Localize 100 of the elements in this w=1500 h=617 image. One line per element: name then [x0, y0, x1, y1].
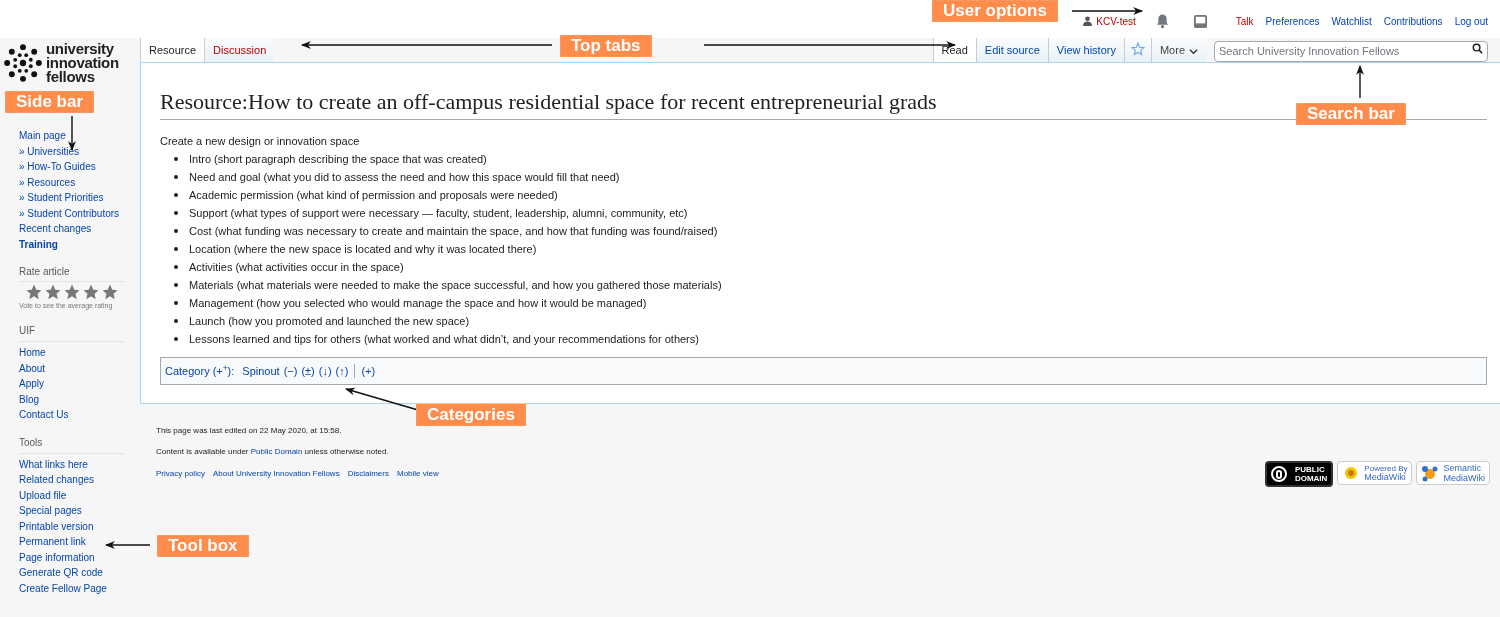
page-tab[interactable]: View history: [1047, 38, 1124, 62]
sidebar-link[interactable]: Permanent link: [19, 534, 124, 550]
bell-icon[interactable]: [1155, 13, 1169, 29]
annotation-arrow: [105, 541, 151, 549]
user-link[interactable]: KCV-test: [1096, 13, 1136, 29]
annotation-label: Side bar: [5, 91, 95, 113]
search-icon[interactable]: [1472, 43, 1483, 54]
list-item-text: Academic permission (what kind of permission and proposals were needed): [189, 188, 558, 203]
annotation-arrow: [1071, 7, 1143, 15]
personal-link[interactable]: Log out: [1454, 13, 1488, 29]
list-item-text: Management (how you selected who would manage the space and how it would be managed): [189, 296, 647, 311]
mediawiki-badge[interactable]: Powered By MediaWiki: [1337, 461, 1413, 485]
annotation-arrow: [1356, 65, 1364, 99]
rating-star-icon[interactable]: [63, 283, 81, 301]
search-field[interactable]: Search University Innovation Fellows: [1214, 40, 1488, 62]
bullet-icon: [174, 193, 178, 197]
list-item-text: Need and goal (what you did to assess the need and how this space would fill that need): [189, 170, 620, 185]
bullet-icon: [174, 283, 178, 287]
bullet-icon: [174, 265, 178, 269]
category-link[interactable]: Spinout: [242, 362, 280, 380]
list-item-text: Location (where the new space is located and why it was located there): [189, 242, 537, 257]
list-item-text: Lessons learned and tips for others (what worked and what didn’t, and your recommendations for others): [189, 332, 699, 347]
site-name: university innovation fellows: [46, 42, 119, 84]
sidebar-link[interactable]: Printable version: [19, 518, 124, 534]
namespace-tab[interactable]: Discussion: [204, 38, 275, 62]
category-label[interactable]: Category (+$^{+}$):: [165, 362, 235, 380]
footer-link[interactable]: Disclaimers: [347, 468, 389, 480]
bullet-icon: [174, 229, 178, 233]
personal-link[interactable]: Contributions: [1383, 13, 1443, 29]
list-item-text: Cost (what funding was necessary to create and maintain the space, and how that funding was found/raised): [189, 224, 718, 239]
section-heading: Rate article: [19, 264, 124, 282]
personal-link[interactable]: Preferences: [1265, 13, 1320, 29]
list-item-text: Launch (how you promoted and launched the new space): [189, 314, 470, 329]
more-menu-tab[interactable]: More: [1150, 38, 1206, 62]
footer-link[interactable]: Privacy policy: [156, 468, 205, 480]
list-item-text: Intro (short paragraph describing the space that was created): [189, 152, 487, 167]
sidebar-link[interactable]: Generate QR code: [19, 565, 124, 581]
sidebar-link[interactable]: Page information: [19, 549, 124, 565]
sidebar-link[interactable]: Contact Us: [19, 407, 124, 423]
license-text: Content is available under Public Domain unless otherwise noted.: [156, 447, 390, 457]
sidebar-link[interactable]: » Resources: [19, 174, 124, 190]
inbox-icon[interactable]: [1192, 13, 1208, 29]
bullet-icon: [174, 337, 178, 341]
sidebar-link[interactable]: » Universities: [19, 143, 124, 159]
personal-link[interactable]: Watchlist: [1331, 13, 1372, 29]
sidebar-link[interactable]: Create Fellow Page: [19, 580, 124, 596]
bullet-icon: [174, 319, 178, 323]
rating-star-icon[interactable]: [44, 283, 62, 301]
sidebar-link[interactable]: Training: [19, 236, 124, 252]
sidebar-link[interactable]: » Student Contributors: [19, 205, 124, 221]
intro-text: Create a new design or innovation space: [160, 134, 361, 149]
watch-star-tab[interactable]: [1123, 38, 1151, 62]
bullet-icon: [174, 301, 178, 305]
sidebar-link[interactable]: Main page: [19, 128, 124, 144]
namespace-tab[interactable]: Resource: [140, 38, 205, 62]
footer-link[interactable]: Mobile view: [397, 468, 439, 480]
bullet-icon: [174, 175, 178, 179]
add-category-link[interactable]: (+): [361, 362, 376, 380]
rating-star-icon[interactable]: [25, 283, 43, 301]
rating-star-icon[interactable]: [82, 283, 100, 301]
bullet-icon: [174, 247, 178, 251]
sidebar-link[interactable]: Blog: [19, 391, 124, 407]
sidebar-link[interactable]: Upload file: [19, 487, 124, 503]
page-tab[interactable]: Read: [932, 38, 976, 62]
category-action-link[interactable]: (±): [301, 362, 315, 380]
sidebar-link[interactable]: Related changes: [19, 472, 124, 488]
logo-icon: [4, 44, 42, 82]
category-action-link[interactable]: (↓): [318, 362, 332, 380]
annotation-label: Categories: [416, 404, 526, 426]
last-edited-text: This page was last edited on 22 May 2020, at 15:58.: [156, 426, 343, 436]
list-item-text: Activities (what activities occur in the space): [189, 260, 404, 275]
semantic-mediawiki-badge[interactable]: Semantic MediaWiki: [1416, 461, 1490, 485]
rating-star-icon[interactable]: [101, 283, 119, 301]
sidebar-link[interactable]: Special pages: [19, 503, 124, 519]
sidebar-link[interactable]: What links here: [19, 456, 124, 472]
list-item-text: Support (what types of support were necessary — faculty, student, leadership, alumni, community, etc): [189, 206, 688, 221]
sidebar-link[interactable]: Recent changes: [19, 221, 124, 237]
annotation-label: Top tabs: [560, 35, 652, 57]
personal-link[interactable]: Talk: [1235, 13, 1254, 29]
sidebar-link[interactable]: » Student Priorities: [19, 190, 124, 206]
star-icon: [1130, 42, 1145, 56]
annotation-label: Tool box: [157, 535, 249, 557]
section-heading: Tools: [19, 434, 124, 454]
user-icon: [1083, 16, 1093, 26]
sidebar-link[interactable]: » How-To Guides: [19, 159, 124, 175]
section-heading: UIF: [19, 323, 124, 342]
license-link[interactable]: Public Domain: [250, 447, 303, 456]
annotation-label: User options: [932, 0, 1058, 22]
bullet-icon: [174, 157, 178, 161]
footer-link[interactable]: About University Innovation Fellows: [212, 468, 340, 480]
page-tab[interactable]: Edit source: [975, 38, 1048, 62]
bullet-icon: [174, 211, 178, 215]
sidebar-link[interactable]: About: [19, 360, 124, 376]
public-domain-badge[interactable]: PUBLIC DOMAIN: [1264, 461, 1334, 487]
list-item-text: Materials (what materials were needed to make the space successful, and how you gathered those materials): [189, 278, 722, 293]
category-action-link[interactable]: (−): [283, 362, 298, 380]
sidebar-link[interactable]: Home: [19, 345, 124, 361]
sidebar-link[interactable]: Apply: [19, 376, 124, 392]
caret-icon: [1189, 47, 1198, 56]
category-action-link[interactable]: (↑): [335, 362, 349, 380]
